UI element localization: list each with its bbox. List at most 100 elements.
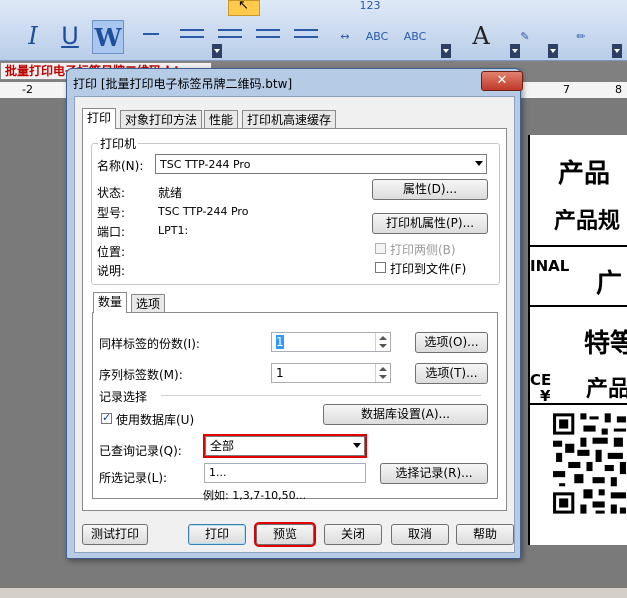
pen-button[interactable]: ✏ xyxy=(566,20,596,52)
label-preview[interactable]: 产品 产品规 INAL 广 特等 CE ¥ 产品 xyxy=(528,135,627,545)
properties-button[interactable]: 属性(D)... xyxy=(372,179,488,200)
serial-labels-value: 1 xyxy=(276,366,284,380)
chevron-down-icon[interactable] xyxy=(612,44,622,58)
print-tab-panel: 打印机 名称(N): TSC TTP-244 Pro 状态: 就绪 型号: TS… xyxy=(82,128,507,511)
close-button[interactable]: 关闭 xyxy=(324,524,382,545)
model-value: TSC TTP-244 Pro xyxy=(158,205,249,218)
print-to-file-label: 打印到文件(F) xyxy=(390,262,467,276)
spinner-arrows[interactable] xyxy=(375,364,390,382)
abc-rotated-button[interactable]: ABC xyxy=(400,20,430,52)
copies-label: 同样标签的份数(I): xyxy=(99,337,200,351)
print-dialog: 打印 [批量打印电子标签吊牌二维码.btw] ✕ 打印 对象打印方法 性能 打印… xyxy=(66,68,523,559)
arrow-up-icon[interactable] xyxy=(379,367,387,371)
align-center-icon[interactable] xyxy=(218,29,242,31)
print-button[interactable]: 打印 xyxy=(188,524,246,545)
port-value: LPT1: xyxy=(158,224,189,237)
dialog-title: 打印 [批量打印电子标签吊牌二维码.btw] xyxy=(73,77,293,91)
pointer-tool-button[interactable]: ↖ xyxy=(228,0,260,16)
printer-properties-button[interactable]: 打印机属性(P)... xyxy=(372,213,488,234)
printer-group-title: 打印机 xyxy=(100,137,137,151)
cursor-icon: ↖ xyxy=(238,0,249,13)
port-label: 端口: xyxy=(97,225,126,239)
tab-performance[interactable]: 性能 xyxy=(204,110,239,129)
select-records-button[interactable]: 选择记录(R)... xyxy=(380,463,488,484)
copies-options-button[interactable]: 选项(O)... xyxy=(415,332,488,353)
selected-records-input[interactable]: 1... xyxy=(204,463,366,483)
preview-button[interactable]: 预览 xyxy=(254,522,316,547)
arrow-down-icon[interactable] xyxy=(379,375,387,379)
model-label: 型号: xyxy=(97,206,126,220)
close-window-button[interactable]: ✕ xyxy=(481,71,523,91)
status-bar xyxy=(0,588,627,598)
tab-object-print-method[interactable]: 对象打印方法 xyxy=(120,110,203,129)
word-art-button[interactable]: W xyxy=(92,20,124,54)
serial-options-button[interactable]: 选项(T)... xyxy=(415,363,488,384)
text-width-icon: ↔ xyxy=(340,29,350,43)
highlighter-icon: ✎ xyxy=(520,29,530,43)
text-width-button[interactable]: ↔ xyxy=(330,20,360,52)
label-text: 产品规 xyxy=(554,209,621,234)
ruler-number: 8 xyxy=(615,83,622,96)
italic-icon: I xyxy=(28,22,38,50)
abc-button[interactable]: ABC xyxy=(362,20,392,52)
spinner-arrows[interactable] xyxy=(375,333,390,351)
italic-button[interactable]: I xyxy=(18,20,48,52)
label-text: 产品 xyxy=(586,377,627,402)
copies-spinner[interactable]: 1 xyxy=(271,332,391,352)
qr-code xyxy=(550,410,627,520)
status-value: 就绪 xyxy=(158,186,183,200)
chevron-down-icon[interactable] xyxy=(548,44,558,58)
printer-name-value: TSC TTP-244 Pro xyxy=(160,158,251,171)
close-icon: ✕ xyxy=(496,73,508,88)
chevron-down-icon[interactable] xyxy=(475,161,483,166)
printer-name-select[interactable]: TSC TTP-244 Pro xyxy=(155,154,487,174)
tab-quantity[interactable]: 数量 xyxy=(93,292,128,313)
queried-records-value: 全部 xyxy=(210,439,235,453)
align-right-icon[interactable] xyxy=(256,29,280,31)
dialog-title-bar[interactable]: 打印 [批量打印电子标签吊牌二维码.btw] ✕ xyxy=(67,69,523,95)
database-settings-button[interactable]: 数据库设置(A)... xyxy=(323,404,488,425)
underline-button[interactable]: U xyxy=(55,20,85,52)
tab-printer-cache[interactable]: 打印机高速缓存 xyxy=(242,110,337,129)
copies-value: 1 xyxy=(276,335,284,349)
use-database-label: 使用数据库(U) xyxy=(116,413,195,427)
cancel-button[interactable]: 取消 xyxy=(391,524,449,545)
label-text: 产品 xyxy=(558,159,611,189)
justify-icon[interactable] xyxy=(294,29,318,31)
align-left-icon-line xyxy=(180,36,204,38)
help-button[interactable]: 帮助 xyxy=(456,524,514,545)
use-database-checkbox[interactable] xyxy=(101,411,112,424)
label-divider xyxy=(530,305,627,307)
justify-icon-line xyxy=(294,36,318,38)
queried-records-label: 已查询记录(Q): xyxy=(99,444,182,458)
arrow-down-icon[interactable] xyxy=(379,344,387,348)
print-both-sides-checkbox[interactable] xyxy=(375,243,386,254)
test-print-button[interactable]: 测试打印 xyxy=(82,524,148,545)
chevron-down-icon[interactable] xyxy=(353,443,361,448)
arrow-up-icon[interactable] xyxy=(379,336,387,340)
font-color-icon: A xyxy=(472,22,490,50)
selected-records-label: 所选记录(L): xyxy=(99,471,168,485)
highlight-button[interactable]: ✎ xyxy=(510,20,540,52)
queried-records-select[interactable]: 全部 xyxy=(203,434,367,458)
comment-label: 说明: xyxy=(97,264,126,278)
label-text: INAL xyxy=(530,257,570,275)
serial-labels-spinner[interactable]: 1 xyxy=(271,363,391,383)
font-color-button[interactable]: A xyxy=(466,20,496,52)
align-left-icon[interactable] xyxy=(180,29,204,31)
printer-name-label: 名称(N): xyxy=(97,159,144,173)
serial-labels-label: 序列标签数(M): xyxy=(99,368,183,382)
section-divider xyxy=(161,395,481,396)
chevron-down-icon[interactable] xyxy=(441,44,451,58)
tab-print[interactable]: 打印 xyxy=(82,108,117,129)
line-icon[interactable] xyxy=(143,33,159,35)
print-to-file-checkbox[interactable] xyxy=(375,262,386,273)
label-divider xyxy=(530,245,627,247)
chevron-down-icon[interactable] xyxy=(212,44,222,58)
tab-options[interactable]: 选项 xyxy=(131,294,166,313)
label-text: 广 xyxy=(596,269,623,299)
number-button[interactable]: 123 xyxy=(355,0,385,12)
status-label: 状态: xyxy=(97,186,126,200)
ruler-number: 7 xyxy=(563,83,570,96)
label-text: 特等 xyxy=(584,329,627,359)
